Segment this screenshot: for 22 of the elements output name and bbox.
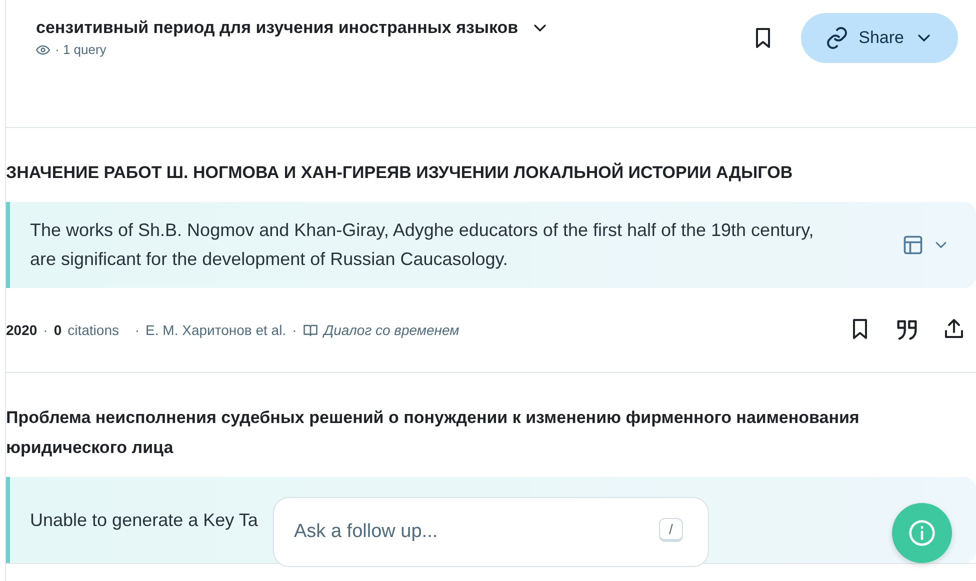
summary-text: The works of Sh.B. Nogmov and Khan-Giray, Adyghe educators of the first half of the 19th century, are significant for the development of Russian Caucasology. — [30, 219, 815, 271]
shortcut-key: / — [659, 518, 683, 542]
separator: · — [43, 322, 48, 338]
eye-icon — [36, 42, 50, 56]
journal-name: Диалог со временем — [324, 322, 460, 338]
paper-title[interactable]: Проблема неисполнения судебных решений о понуждении к изменению фирменного наименования юридического лица — [6, 403, 970, 463]
year: 2020 — [6, 322, 38, 338]
book-icon — [302, 322, 318, 338]
citation-count: 0 — [54, 322, 62, 338]
share-button[interactable]: Share — [800, 12, 958, 62]
info-icon — [908, 519, 936, 547]
table-icon — [902, 234, 924, 256]
paper-title[interactable]: ЗНАЧЕНИЕ РАБОТ Ш. НОГМОВА И ХАН-ГИРЕЯВ ИЗУЧЕНИИ ЛОКАЛЬНОЙ ИСТОРИИ АДЫГОВ — [6, 158, 970, 188]
summary-text: Unable to generate a Key Ta — [30, 508, 258, 532]
separator: · — [292, 322, 297, 338]
query-count: · 1 query — [55, 42, 106, 57]
citations-label: citations — [68, 322, 119, 338]
link-icon — [824, 26, 849, 50]
authors[interactable]: Е. М. Харитонов et al. — [146, 322, 286, 338]
upload-icon — [942, 317, 966, 341]
separator: · — [134, 322, 140, 338]
search-title: сензитивный период для изучения иностранных языков — [36, 18, 518, 38]
